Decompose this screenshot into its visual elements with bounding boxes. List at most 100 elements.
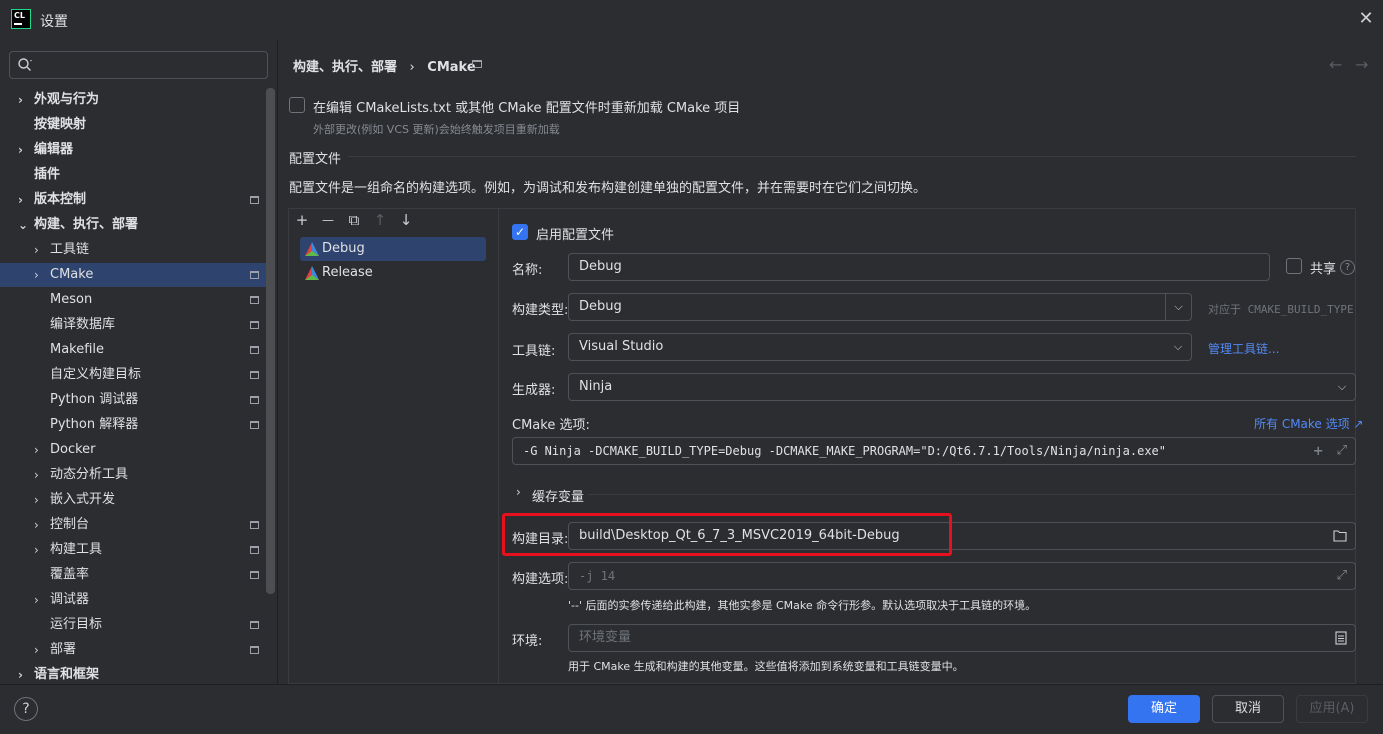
search-input[interactable] [9, 51, 268, 79]
sidebar-item[interactable]: › 工具链 [0, 238, 266, 262]
sidebar-item-label: 构建、执行、部署 [34, 217, 139, 232]
project-level-icon [250, 296, 259, 304]
chevron-right-icon[interactable]: › [34, 463, 44, 487]
profile-item-release[interactable]: Release [300, 261, 486, 285]
sidebar-item[interactable]: › 版本控制 [0, 188, 266, 212]
sidebar-item-label: 构建工具 [50, 542, 103, 557]
document-icon[interactable] [1335, 631, 1347, 645]
chevron-down-icon[interactable]: ⌵ [1165, 294, 1191, 320]
expand-icon[interactable]: ⤢ [1337, 563, 1347, 589]
plus-icon[interactable]: + [1313, 438, 1323, 464]
sidebar-item[interactable]: Python 解释器 [0, 413, 266, 437]
build-options-hint: '--' 后面的实参传递给此构建，其他实参是 CMake 命令行形参。默认选项取… [568, 599, 1037, 612]
chevron-down-icon[interactable]: ⌵ [1329, 374, 1355, 400]
chevron-right-icon[interactable]: › [34, 513, 44, 537]
sidebar-item[interactable]: 自定义构建目标 [0, 363, 266, 387]
chevron-right-icon[interactable]: › [34, 438, 44, 462]
apply-button[interactable]: 应用(A) [1296, 695, 1368, 723]
chevron-down-icon[interactable]: ⌵ [1165, 334, 1191, 360]
chevron-right-icon[interactable]: › [34, 638, 44, 662]
sidebar-item[interactable]: 运行目标 [0, 613, 266, 637]
env-field[interactable]: 环境变量 [568, 624, 1356, 652]
cmake-options-label: CMake 选项: [512, 418, 590, 433]
sidebar-item[interactable]: › 部署 [0, 638, 266, 662]
cache-variables-label[interactable]: 缓存变量 [532, 486, 584, 505]
sidebar-item[interactable]: › 构建工具 [0, 538, 266, 562]
sidebar-item[interactable]: › 嵌入式开发 [0, 488, 266, 512]
build-type-combo[interactable]: Debug ⌵ [568, 293, 1192, 321]
splitter[interactable] [277, 40, 278, 684]
ok-button[interactable]: 确定 [1128, 695, 1200, 723]
section-divider [348, 156, 1356, 157]
close-icon[interactable]: ✕ [1358, 10, 1374, 28]
move-up-button[interactable]: ↑ [370, 211, 390, 229]
sidebar-item-label: 按键映射 [34, 117, 87, 132]
project-level-icon [250, 571, 259, 579]
reload-checkbox[interactable] [289, 97, 305, 113]
cmake-icon [305, 266, 319, 280]
build-options-label: 构建选项: [512, 572, 569, 587]
all-cmake-options-link[interactable]: 所有 CMake 选项 ↗ [1254, 415, 1364, 432]
sidebar-item[interactable]: › 编辑器 [0, 138, 266, 162]
sidebar-item-label: 动态分析工具 [50, 467, 129, 482]
sidebar-item[interactable]: › 外观与行为 [0, 88, 266, 112]
chevron-right-icon[interactable]: › [34, 588, 44, 612]
chevron-down-icon[interactable]: ⌄ [18, 213, 28, 237]
sidebar-item[interactable]: 覆盖率 [0, 563, 266, 587]
env-hint: 用于 CMake 生成和构建的其他变量。这些值将添加到系统变量和工具链变量中。 [568, 660, 964, 673]
forward-arrow-icon[interactable]: → [1355, 55, 1368, 74]
sidebar-item[interactable]: › CMake [0, 263, 266, 287]
sidebar-item[interactable]: ⌄ 构建、执行、部署 [0, 213, 266, 237]
name-field[interactable]: Debug [568, 253, 1270, 281]
sidebar-item[interactable]: Python 调试器 [0, 388, 266, 412]
enable-profile-checkbox[interactable]: ✓ [512, 224, 528, 240]
cmake-options-field[interactable]: -G Ninja -DCMAKE_BUILD_TYPE=Debug -DCMAK… [512, 437, 1356, 465]
chevron-right-icon[interactable]: › [18, 188, 28, 212]
sidebar-item-label: Python 解释器 [50, 417, 139, 432]
env-label: 环境: [512, 634, 543, 649]
chevron-right-icon[interactable]: › [18, 88, 28, 112]
sidebar-item[interactable]: 编译数据库 [0, 313, 266, 337]
chevron-right-icon[interactable]: › [18, 138, 28, 162]
sidebar-item[interactable]: Meson [0, 288, 266, 312]
sidebar-item[interactable]: › Docker [0, 438, 266, 462]
profile-item-debug[interactable]: Debug [300, 237, 486, 261]
chevron-right-icon[interactable]: › [34, 538, 44, 562]
breadcrumb-parent[interactable]: 构建、执行、部署 [293, 60, 397, 75]
folder-icon[interactable] [1333, 529, 1347, 542]
remove-profile-button[interactable]: — [318, 211, 338, 229]
add-profile-button[interactable]: + [292, 211, 312, 229]
share-checkbox[interactable] [1286, 258, 1302, 274]
toolchain-combo[interactable]: Visual Studio ⌵ [568, 333, 1192, 361]
project-level-icon [250, 396, 259, 404]
sidebar-item[interactable]: 按键映射 [0, 113, 266, 137]
cancel-button[interactable]: 取消 [1212, 695, 1284, 723]
sidebar-item-label: 覆盖率 [50, 567, 90, 582]
chevron-right-icon[interactable]: › [34, 238, 44, 262]
move-down-button[interactable]: ↓ [396, 211, 416, 229]
chevron-right-icon[interactable]: › [34, 488, 44, 512]
sidebar-item[interactable]: › 调试器 [0, 588, 266, 612]
sidebar-scrollbar[interactable] [266, 88, 275, 594]
manage-toolchains-link[interactable]: 管理工具链... [1208, 340, 1279, 357]
project-level-icon [250, 346, 259, 354]
sidebar-item[interactable]: 插件 [0, 163, 266, 187]
chevron-right-icon[interactable]: › [34, 263, 44, 287]
sidebar-item[interactable]: › 动态分析工具 [0, 463, 266, 487]
generator-combo[interactable]: Ninja ⌵ [568, 373, 1356, 401]
breadcrumb-separator: › [409, 60, 415, 75]
sidebar-item-label: 调试器 [50, 592, 90, 607]
sidebar-item-label: 工具链 [50, 242, 90, 257]
help-icon[interactable]: ? [1340, 260, 1355, 275]
project-level-icon [250, 371, 259, 379]
sidebar-item[interactable]: Makefile [0, 338, 266, 362]
back-arrow-icon[interactable]: ← [1329, 55, 1342, 74]
copy-profile-button[interactable]: ⧉ [344, 211, 364, 229]
build-options-field[interactable]: -j 14 ⤢ [568, 562, 1356, 590]
chevron-right-icon[interactable]: › [516, 485, 521, 499]
sidebar-item[interactable]: › 控制台 [0, 513, 266, 537]
help-button[interactable]: ? [14, 697, 38, 721]
title-bar [0, 0, 1383, 40]
generator-label: 生成器: [512, 383, 556, 398]
expand-icon[interactable]: ⤢ [1337, 438, 1347, 464]
